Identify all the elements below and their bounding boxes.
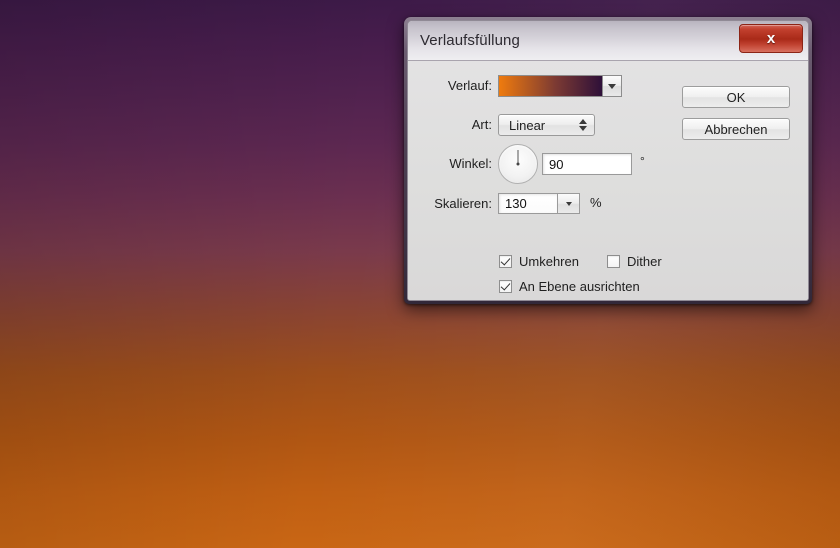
checkbox-umkehren-label: Umkehren (519, 254, 579, 269)
checkbox-umkehren[interactable]: Umkehren (499, 254, 579, 269)
gradient-preview-swatch[interactable] (499, 76, 602, 96)
angle-input-value: 90 (549, 157, 564, 172)
percent-unit-label: % (590, 195, 602, 210)
angle-label: Winkel: (449, 156, 492, 171)
checkbox-an-ebene-ausrichten[interactable]: An Ebene ausrichten (499, 279, 640, 294)
type-select[interactable]: Linear (498, 114, 595, 136)
scale-input-value: 130 (505, 196, 527, 211)
gradient-swatch-control[interactable] (498, 75, 622, 97)
checkbox-an-ebene-ausrichten-label: An Ebene ausrichten (519, 279, 640, 294)
checkbox-dither[interactable]: Dither (607, 254, 662, 269)
gradient-label: Verlauf: (447, 78, 492, 93)
ok-button[interactable]: OK (682, 86, 790, 108)
checkbox-box-icon[interactable] (607, 255, 620, 268)
angle-input[interactable]: 90 (542, 153, 632, 175)
checkbox-dither-label: Dither (627, 254, 662, 269)
checkbox-box-icon[interactable] (499, 255, 512, 268)
dialog-title: Verlaufsfüllung (420, 32, 520, 49)
angle-dial-icon[interactable] (498, 144, 538, 184)
angle-center-dot (516, 162, 520, 166)
type-label: Art: (471, 117, 492, 132)
updown-arrows-icon (579, 119, 587, 131)
checkbox-box-icon[interactable] (499, 280, 512, 293)
close-icon: x (766, 30, 776, 47)
chevron-down-icon (565, 201, 572, 206)
gradient-dropdown-button[interactable] (602, 76, 621, 96)
scale-input[interactable]: 130 (498, 193, 558, 214)
scale-dropdown-button[interactable] (558, 193, 580, 214)
scale-label: Skalieren: (434, 196, 492, 211)
cancel-button[interactable]: Abbrechen (682, 118, 790, 140)
dialog-inner-frame: Verlaufsfüllung x Verlauf: Art: Linear W… (407, 20, 809, 301)
dialog-body: Verlauf: Art: Linear Winkel: 90 ° Skalie… (408, 61, 808, 300)
type-select-value: Linear (509, 118, 546, 133)
gradient-fill-dialog: Verlaufsfüllung x Verlauf: Art: Linear W… (404, 17, 812, 304)
close-button[interactable]: x (739, 24, 803, 53)
dialog-title-bar[interactable]: Verlaufsfüllung x (408, 21, 808, 61)
degree-unit-label: ° (640, 154, 645, 168)
chevron-down-icon (608, 83, 616, 89)
